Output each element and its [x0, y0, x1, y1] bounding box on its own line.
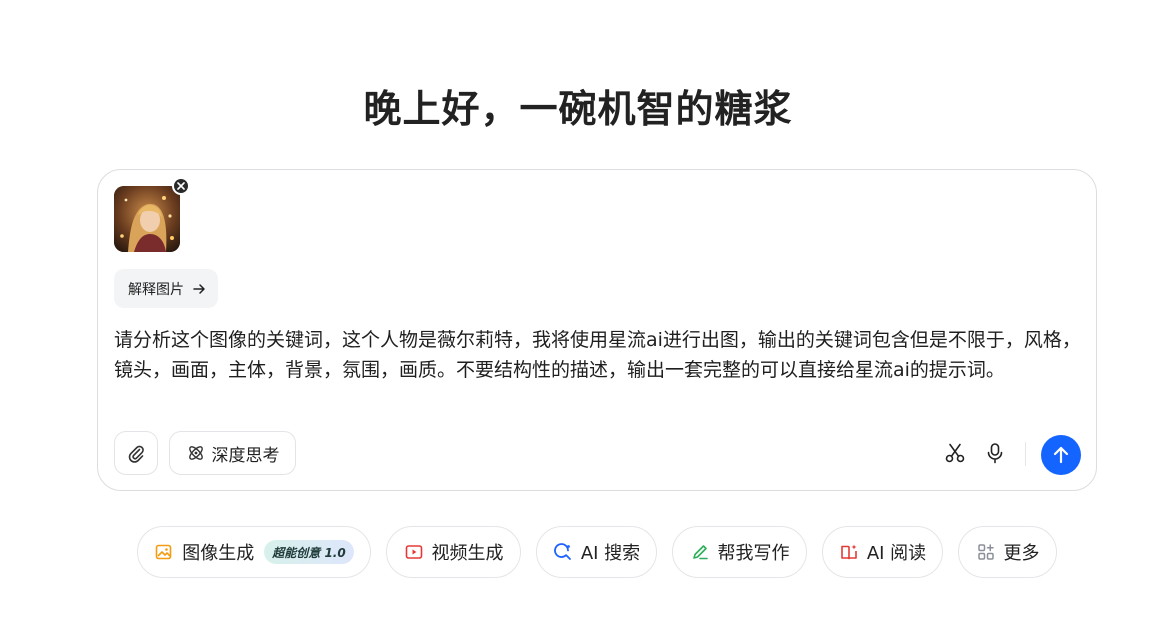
ai-search-label: AI 搜索	[580, 543, 641, 564]
more-button[interactable]: 更多	[958, 526, 1057, 578]
writing-assistant-label: 帮我写作	[717, 543, 790, 564]
video-generation-label: 视频生成	[431, 543, 504, 564]
attachment-thumbnail[interactable]	[114, 186, 180, 252]
more-label: 更多	[1003, 543, 1040, 564]
deep-think-button[interactable]: 深度思考	[169, 431, 296, 475]
ai-search-button[interactable]: AI 搜索	[536, 526, 657, 578]
image-attachment[interactable]	[114, 177, 190, 252]
explain-image-button[interactable]: 解释图片	[114, 269, 218, 308]
deep-think-label: 深度思考	[211, 445, 280, 466]
prompt-input[interactable]: 请分析这个图像的关键词，这个人物是薇尔莉特，我将使用星流ai进行出图，输出的关键…	[114, 325, 1082, 385]
image-gen-icon	[155, 544, 172, 560]
microphone-icon	[987, 443, 1003, 464]
attach-file-button[interactable]	[114, 431, 158, 475]
ai-search-icon	[553, 543, 571, 560]
more-icon	[977, 544, 994, 560]
writing-icon	[692, 545, 708, 560]
explain-image-label: 解释图片	[128, 281, 184, 298]
image-generation-label: 图像生成	[182, 543, 255, 564]
screenshot-button[interactable]	[942, 440, 968, 466]
page-title: 晚上好，一碗机智的糖浆	[363, 87, 793, 131]
send-button[interactable]	[1041, 435, 1081, 475]
video-generation-button[interactable]: 视频生成	[386, 526, 521, 578]
atom-icon	[188, 446, 203, 460]
ai-read-icon	[841, 544, 857, 560]
version-badge: 超能创意 1.0	[264, 540, 354, 564]
toolbar-divider	[1025, 442, 1026, 466]
voice-input-button[interactable]	[982, 440, 1008, 466]
arrow-up-icon	[1053, 446, 1069, 464]
paperclip-icon	[128, 445, 144, 463]
writing-assistant-button[interactable]: 帮我写作	[672, 526, 807, 578]
ai-reading-label: AI 阅读	[866, 543, 927, 564]
close-icon	[177, 182, 185, 190]
scissors-icon	[945, 443, 965, 463]
chat-composer: 解释图片 请分析这个图像的关键词，这个人物是薇尔莉特，我将使用星流ai进行出图，…	[97, 169, 1097, 491]
arrow-right-icon	[193, 283, 205, 294]
ai-reading-button[interactable]: AI 阅读	[822, 526, 943, 578]
video-gen-icon	[405, 545, 422, 559]
quick-actions-bar: 图像生成 超能创意 1.0 视频生成 AI 搜索 帮我写作 AI 阅读 更多	[0, 526, 1156, 578]
image-generation-button[interactable]: 图像生成 超能创意 1.0	[137, 526, 371, 578]
remove-attachment-button[interactable]	[172, 177, 190, 195]
